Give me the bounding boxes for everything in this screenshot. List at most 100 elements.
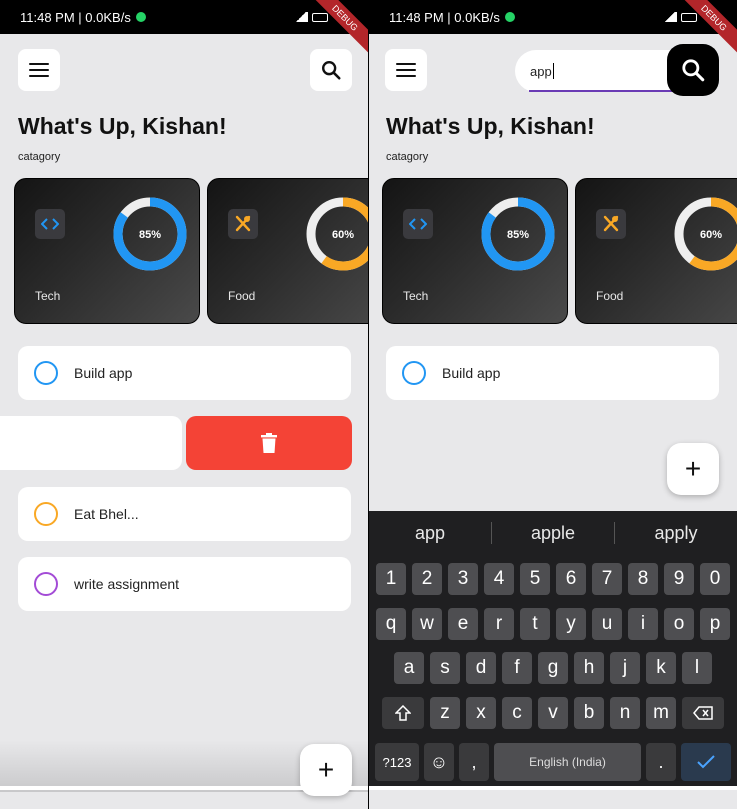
- task-label: Build app: [442, 365, 501, 381]
- key[interactable]: y: [556, 608, 586, 640]
- key[interactable]: 6: [556, 563, 586, 595]
- menu-icon: [29, 63, 49, 77]
- whatsapp-icon: [135, 12, 146, 22]
- task-item[interactable]: Eat Bhel...: [18, 487, 351, 541]
- progress-ring: 85%: [481, 197, 555, 271]
- symbols-key[interactable]: ?123: [375, 743, 419, 781]
- key[interactable]: 4: [484, 563, 514, 595]
- key[interactable]: h: [574, 652, 604, 684]
- key[interactable]: 8: [628, 563, 658, 595]
- key[interactable]: v: [538, 697, 568, 729]
- key[interactable]: k: [646, 652, 676, 684]
- key[interactable]: p: [700, 608, 730, 640]
- key[interactable]: 3: [448, 563, 478, 595]
- category-name: Tech: [403, 289, 429, 303]
- category-name: Food: [596, 289, 624, 303]
- status-bar: 11:48 PM | 0.0KB/s DEBUG: [0, 0, 368, 56]
- suggestion[interactable]: app: [369, 523, 491, 544]
- key[interactable]: l: [682, 652, 712, 684]
- add-task-button[interactable]: +: [667, 443, 719, 495]
- category-list: 85% Tech 60% Food: [14, 178, 368, 324]
- backspace-key[interactable]: [682, 697, 724, 729]
- progress-ring: 85%: [113, 197, 187, 271]
- category-card-tech[interactable]: 85% Tech: [14, 178, 200, 324]
- task-checkbox[interactable]: [34, 572, 58, 596]
- search-value: app: [530, 63, 552, 79]
- period-key[interactable]: .: [646, 743, 676, 781]
- task-item[interactable]: Build app: [386, 346, 719, 400]
- task-label: write assignment: [74, 576, 180, 592]
- search-input[interactable]: app: [515, 50, 685, 92]
- progress-percent: 60%: [332, 229, 354, 241]
- key[interactable]: u: [592, 608, 622, 640]
- key[interactable]: g: [538, 652, 568, 684]
- key[interactable]: r: [484, 608, 514, 640]
- key[interactable]: x: [466, 697, 496, 729]
- key[interactable]: m: [646, 697, 676, 729]
- key[interactable]: o: [664, 608, 694, 640]
- key[interactable]: 2: [412, 563, 442, 595]
- category-card-tech[interactable]: 85% Tech: [382, 178, 568, 324]
- emoji-key[interactable]: ☺: [424, 743, 454, 781]
- status-speed: 0.0KB/s: [454, 9, 500, 25]
- key[interactable]: d: [466, 652, 496, 684]
- signal-icon: [294, 12, 308, 22]
- soft-keyboard: app apple apply 1234567890 qwertyuiop as…: [369, 511, 737, 789]
- category-card-food[interactable]: 60% Food: [207, 178, 368, 324]
- key-row-2: asdfghjkl: [375, 652, 731, 684]
- search-button[interactable]: [310, 49, 352, 91]
- key[interactable]: f: [502, 652, 532, 684]
- task-item[interactable]: write assignment: [18, 557, 351, 611]
- task-checkbox[interactable]: [34, 361, 58, 385]
- home-indicator: [369, 786, 737, 790]
- delete-swipe-area[interactable]: [186, 416, 352, 470]
- debug-banner: DEBUG: [307, 0, 368, 56]
- key[interactable]: 5: [520, 563, 550, 595]
- progress-percent: 85%: [507, 229, 529, 241]
- space-key[interactable]: English (India): [494, 743, 641, 781]
- status-time: 11:48 PM: [389, 9, 444, 25]
- key[interactable]: 9: [664, 563, 694, 595]
- search-icon: [322, 61, 341, 80]
- key-row-3: zxcvbnm: [375, 697, 731, 729]
- signal-icon: [663, 12, 677, 22]
- comma-key[interactable]: ,: [459, 743, 489, 781]
- check-icon: [697, 755, 715, 769]
- key[interactable]: b: [574, 697, 604, 729]
- key[interactable]: t: [520, 608, 550, 640]
- key[interactable]: s: [430, 652, 460, 684]
- key[interactable]: n: [610, 697, 640, 729]
- category-name: Food: [228, 289, 256, 303]
- key[interactable]: 7: [592, 563, 622, 595]
- task-checkbox[interactable]: [34, 502, 58, 526]
- key[interactable]: j: [610, 652, 640, 684]
- search-button[interactable]: [667, 44, 719, 96]
- page-title: What's Up, Kishan!: [386, 113, 595, 139]
- task-checkbox[interactable]: [402, 361, 426, 385]
- category-heading: catagory: [18, 151, 61, 163]
- key[interactable]: 0: [700, 563, 730, 595]
- page-title: What's Up, Kishan!: [18, 113, 227, 139]
- suggestion[interactable]: apply: [615, 523, 737, 544]
- key[interactable]: c: [502, 697, 532, 729]
- shift-key[interactable]: [382, 697, 424, 729]
- key[interactable]: i: [628, 608, 658, 640]
- category-card-food[interactable]: 60% Food: [575, 178, 737, 324]
- task-item[interactable]: Build app: [18, 346, 351, 400]
- key[interactable]: 1: [376, 563, 406, 595]
- menu-button[interactable]: [385, 49, 427, 91]
- key[interactable]: q: [376, 608, 406, 640]
- key[interactable]: z: [430, 697, 460, 729]
- key-row-1: qwertyuiop: [375, 608, 731, 640]
- enter-key[interactable]: [681, 743, 731, 781]
- key[interactable]: a: [394, 652, 424, 684]
- status-speed: 0.0KB/s: [85, 9, 131, 25]
- status-bar: 11:48 PM | 0.0KB/s DEBUG: [369, 0, 737, 56]
- key[interactable]: w: [412, 608, 442, 640]
- suggestion[interactable]: apple: [492, 523, 614, 544]
- category-list: 85% Tech 60% Food: [382, 178, 737, 324]
- menu-button[interactable]: [18, 49, 60, 91]
- task-item-swiped[interactable]: [0, 416, 182, 470]
- code-icon: [35, 209, 65, 239]
- key[interactable]: e: [448, 608, 478, 640]
